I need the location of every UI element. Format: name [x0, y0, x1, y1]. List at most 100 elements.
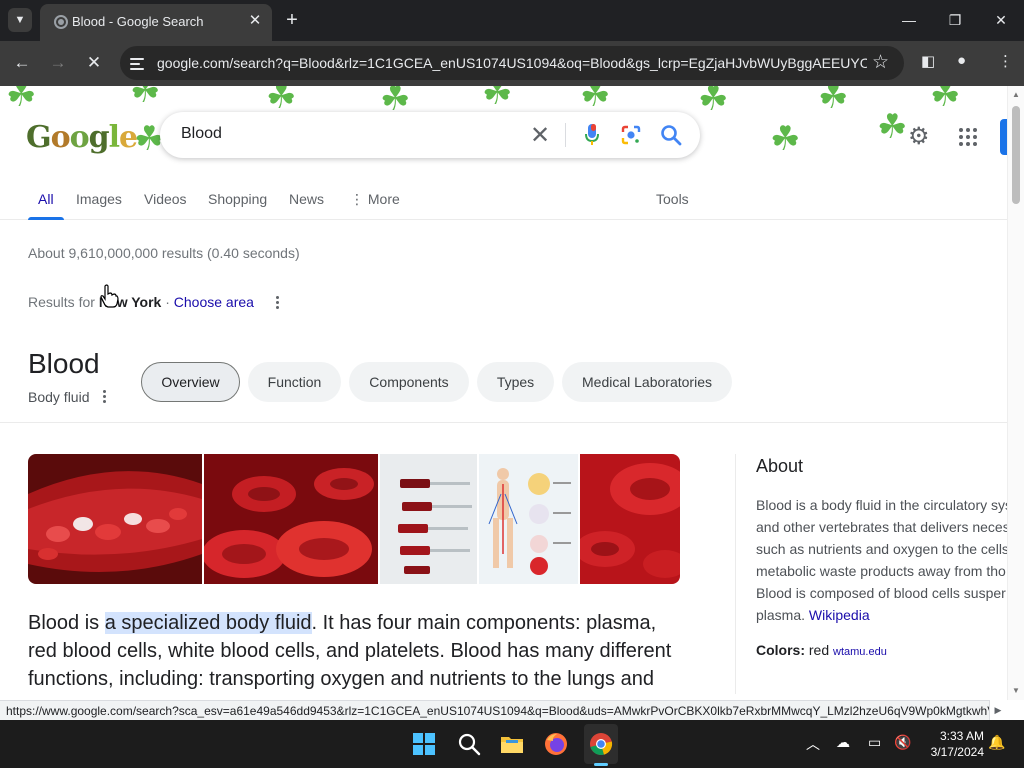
- tab-more[interactable]: ⋮ More: [350, 191, 400, 208]
- tools-button[interactable]: Tools: [656, 191, 689, 207]
- chrome-icon[interactable]: [589, 732, 613, 756]
- entity-description: Blood is a specialized body fluid. It ha…: [28, 612, 672, 690]
- gallery-image-cells-closeup[interactable]: [580, 454, 680, 584]
- clover-decoration-icon: ☘: [482, 86, 513, 112]
- taskbar-clock[interactable]: 3:33 AM 3/17/2024: [920, 728, 984, 760]
- tab-title: Blood - Google Search: [72, 14, 204, 29]
- chip-components[interactable]: Components: [349, 362, 469, 402]
- scroll-up-icon[interactable]: ▲: [1011, 90, 1021, 99]
- clover-decoration-icon: ☘: [266, 86, 297, 116]
- volume-muted-icon[interactable]: 🔇: [894, 734, 911, 751]
- gallery-image-test-tubes[interactable]: [380, 454, 477, 584]
- section-divider: [0, 422, 1007, 423]
- sign-in-button[interactable]: [1000, 119, 1007, 155]
- clover-decoration-icon: ☘: [930, 86, 961, 114]
- tab-images[interactable]: Images: [76, 191, 122, 207]
- onedrive-cloud-icon[interactable]: ☁: [836, 734, 850, 751]
- loading-favicon-icon: [54, 15, 68, 29]
- file-explorer-icon[interactable]: [500, 732, 524, 756]
- clover-decoration-icon: ☘: [130, 86, 161, 110]
- tab-videos[interactable]: Videos: [144, 191, 187, 207]
- vertical-scrollbar[interactable]: ▲ ▼: [1007, 86, 1024, 700]
- tray-overflow-chevron-icon[interactable]: ︿: [806, 734, 820, 754]
- entity-title: Blood: [28, 348, 100, 379]
- highlighted-text: a specialized body fluid: [104, 612, 312, 634]
- notification-bell-icon[interactable]: 🔔: [988, 734, 1005, 751]
- restore-icon[interactable]: ❐: [943, 8, 967, 32]
- clover-decoration-icon: ☘: [770, 120, 801, 158]
- chip-overview[interactable]: Overview: [141, 362, 240, 402]
- windows-taskbar: ︿ ☁ ▭ 🔇 3:33 AM 3/17/2024 🔔: [0, 720, 1024, 768]
- google-doodle-logo[interactable]: Google: [26, 120, 138, 155]
- result-stats: About 9,610,000,000 results (0.40 second…: [28, 245, 300, 261]
- clover-decoration-icon: ☘: [698, 86, 729, 118]
- site-info-icon[interactable]: [128, 55, 146, 71]
- image-gallery: [28, 454, 680, 584]
- back-arrow-icon[interactable]: ←: [10, 51, 34, 75]
- about-text: Blood is a body fluid in the circulatory…: [756, 497, 1007, 623]
- stop-loading-icon[interactable]: ✕: [82, 51, 106, 75]
- chevron-down-icon: ▼: [14, 14, 26, 26]
- search-nav-tabs: All Images Videos Shopping News ⋮ More T…: [0, 186, 1007, 220]
- tab-search-button[interactable]: ▼: [8, 8, 32, 32]
- chip-types[interactable]: Types: [477, 362, 554, 402]
- url-text: google.com/search?q=Blood&rlz=1C1GCEA_en…: [157, 55, 867, 71]
- scroll-down-icon[interactable]: ▼: [1011, 686, 1021, 695]
- menu-kebab-icon[interactable]: ⋮: [998, 52, 1013, 70]
- tab-news[interactable]: News: [289, 191, 324, 207]
- chip-medical-laboratories[interactable]: Medical Laboratories: [562, 362, 732, 402]
- search-divider: [565, 123, 566, 147]
- network-icon[interactable]: ▭: [868, 734, 881, 751]
- forward-arrow-icon[interactable]: →: [46, 51, 70, 75]
- hand-cursor-icon: [100, 284, 119, 308]
- clear-search-icon[interactable]: ✕: [530, 121, 550, 150]
- colors-source-link[interactable]: wtamu.edu: [833, 646, 887, 658]
- google-lens-icon[interactable]: [621, 125, 641, 145]
- minimize-icon[interactable]: —: [897, 8, 921, 32]
- tab-strip: ▼ Blood - Google Search ✕ + — ❐ ✕: [0, 0, 1024, 41]
- browser-toolbar: ← → ✕ google.com/search?q=Blood&rlz=1C1G…: [0, 41, 1024, 86]
- active-app-indicator: [594, 763, 608, 766]
- tab-all[interactable]: All: [38, 191, 54, 207]
- scrollbar-thumb[interactable]: [1012, 106, 1020, 204]
- search-box[interactable]: Blood ✕: [160, 112, 700, 158]
- about-panel-divider: [735, 454, 736, 694]
- link-status-bar: https://www.google.com/search?sca_esv=a6…: [0, 700, 990, 720]
- gallery-image-diagram[interactable]: [479, 454, 578, 584]
- side-panel-icon[interactable]: ◧: [921, 52, 935, 70]
- search-icon[interactable]: [660, 124, 682, 146]
- search-input[interactable]: Blood: [181, 125, 222, 143]
- gallery-image-vessel[interactable]: [28, 454, 202, 584]
- active-tab-indicator: [28, 217, 64, 220]
- microphone-icon[interactable]: [585, 124, 599, 146]
- clover-decoration-icon: ☘: [6, 86, 37, 114]
- tab-close-icon[interactable]: ✕: [246, 12, 264, 30]
- address-bar[interactable]: google.com/search?q=Blood&rlz=1C1GCEA_en…: [120, 46, 904, 80]
- choose-area-link[interactable]: Choose area: [174, 294, 254, 310]
- taskbar-search-icon[interactable]: [457, 732, 481, 756]
- scroll-right-icon[interactable]: ▶: [991, 702, 1005, 718]
- new-tab-plus-icon[interactable]: +: [281, 9, 303, 31]
- more-kebab-icon: ⋮: [350, 191, 368, 207]
- entity-subtitle: Body fluid: [28, 389, 90, 405]
- search-results-page: ☘ ☘ ☘ ☘ ☘ ☘ ☘ ☘ ☘ ☘ ☘ ☘ Google Blood ✕ ⚙…: [0, 86, 1007, 700]
- active-tab[interactable]: Blood - Google Search ✕: [40, 4, 272, 41]
- clover-decoration-icon: ☘: [580, 86, 611, 114]
- window-close-icon[interactable]: ✕: [989, 8, 1013, 32]
- wikipedia-link[interactable]: Wikipedia: [809, 607, 870, 623]
- google-apps-icon[interactable]: [959, 128, 977, 146]
- clover-decoration-icon: ☘: [818, 86, 849, 116]
- clover-decoration-icon: ☘: [877, 108, 908, 146]
- firefox-icon[interactable]: [544, 732, 568, 756]
- colors-fact: Colors: red wtamu.edu: [756, 642, 887, 658]
- windows-start-icon[interactable]: [412, 732, 436, 756]
- gallery-image-red-cells[interactable]: [204, 454, 378, 584]
- entity-options-icon[interactable]: [103, 390, 107, 404]
- chip-function[interactable]: Function: [248, 362, 341, 402]
- profile-icon[interactable]: ●: [957, 52, 966, 69]
- location-options-icon[interactable]: [276, 296, 280, 310]
- tab-shopping[interactable]: Shopping: [208, 191, 267, 207]
- settings-gear-icon[interactable]: ⚙: [908, 122, 930, 151]
- bookmark-star-icon[interactable]: ☆: [872, 51, 889, 74]
- about-heading: About: [756, 456, 804, 476]
